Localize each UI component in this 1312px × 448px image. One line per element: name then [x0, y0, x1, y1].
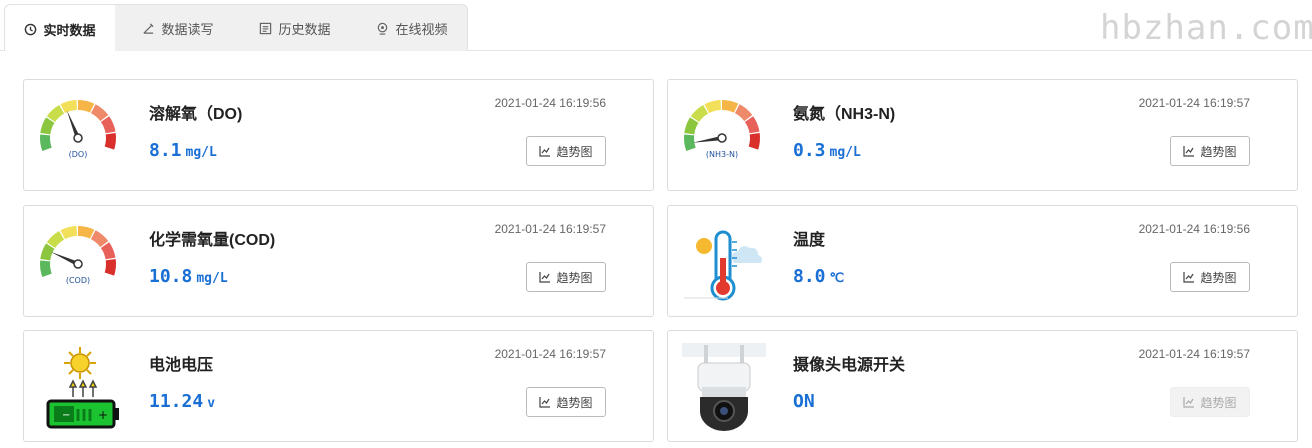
tab-online-video[interactable]: 在线视频 [357, 5, 467, 52]
gauge-hub [73, 133, 83, 143]
sensor-value: 11.24 v [149, 391, 216, 412]
line-chart-icon [539, 397, 551, 408]
tab-label: 在线视频 [395, 22, 448, 37]
sensor-name: 摄像头电源开关 [793, 357, 906, 374]
gauge-label: (NH3-N) [706, 150, 738, 159]
gauge-segment [684, 134, 696, 151]
timestamp: 2021-01-24 16:19:56 [1138, 222, 1250, 236]
sensor-name: 氨氮（NH3-N) [793, 106, 896, 123]
gauge-segment [734, 104, 753, 122]
sensor-value: 10.8 mg/L [149, 266, 228, 287]
clock-icon [25, 23, 37, 35]
sensor-name: 化学需氧量(COD) [149, 232, 276, 249]
gauge-hub [717, 133, 727, 143]
gauge-segment [78, 226, 95, 239]
sensor-value: 8.1 mg/L [149, 140, 217, 161]
trend-button[interactable]: 趋势图 [1170, 136, 1250, 166]
trend-button[interactable]: 趋势图 [526, 262, 606, 292]
sensor-value: 0.3 mg/L [793, 140, 861, 161]
thermometer-icon [682, 218, 766, 306]
gauge-segment [748, 133, 760, 150]
sensor-card-cod: (COD) 化学需氧量(COD) 10.8 mg/L 2021-01-24 16:… [23, 205, 654, 317]
gauge-segment [690, 104, 709, 122]
gauge-label: (DO) [69, 150, 88, 159]
timestamp: 2021-01-24 16:19:56 [494, 96, 606, 110]
gauge-icon: (COD) [38, 218, 122, 306]
sensor-value: 8.0 ℃ [793, 266, 845, 287]
trend-button[interactable]: 趋势图 [526, 136, 606, 166]
line-chart-icon [1183, 146, 1195, 157]
gauge-segment [60, 100, 77, 114]
tab-group: 实时数据 数据读写 历史数据 在线视频 [4, 4, 468, 53]
line-chart-icon [1183, 272, 1195, 283]
tab-data-read-write[interactable]: 数据读写 [123, 5, 233, 52]
tab-label: 实时数据 [43, 22, 96, 38]
sensor-card-battery: − + 电池电压 11.24 v 2021-01-24 16:19:57 趋势图 [23, 330, 654, 442]
tab-realtime[interactable]: 实时数据 [5, 5, 115, 53]
sensor-card-do: (DO) 溶解氧（DO) 8.1 mg/L 2021-01-24 16:19:56… [23, 79, 654, 191]
gauge-segment [46, 104, 65, 122]
timestamp: 2021-01-24 16:19:57 [1138, 347, 1250, 361]
trend-button[interactable]: 趋势图 [1170, 262, 1250, 292]
trend-button[interactable]: 趋势图 [526, 387, 606, 417]
gauge-segment [90, 104, 109, 122]
sensor-value: ON [793, 391, 815, 412]
tab-label: 数据读写 [161, 22, 214, 37]
timestamp: 2021-01-24 16:19:57 [494, 347, 606, 361]
svg-text:−: − [62, 410, 70, 421]
svg-text:+: + [98, 408, 108, 422]
sensor-name: 温度 [793, 232, 826, 249]
sensor-card-temperature: 温度 8.0 ℃ 2021-01-24 16:19:56 趋势图 [667, 205, 1298, 317]
pen-icon [143, 23, 155, 34]
gauge-segment [104, 133, 116, 150]
gauge-icon: (DO) [38, 92, 122, 180]
timestamp: 2021-01-24 16:19:57 [1138, 96, 1250, 110]
gauge-segment [39, 260, 52, 277]
solar-battery-icon: − + [38, 343, 122, 431]
gauge-segment [60, 226, 77, 240]
line-chart-icon [1183, 397, 1195, 408]
trend-button-disabled[interactable]: 趋势图 [1170, 387, 1250, 417]
sensor-card-camera-power: 摄像头电源开关 ON 2021-01-24 16:19:57 趋势图 [667, 330, 1298, 442]
gauge-hub [73, 259, 83, 269]
list-icon [260, 22, 272, 35]
timestamp: 2021-01-24 16:19:57 [494, 222, 606, 236]
watermark: hbzhan.com [1100, 8, 1312, 48]
gauge-segment [39, 134, 52, 151]
sensor-name: 电池电压 [149, 357, 214, 374]
gauge-icon: (NH3-N) [682, 92, 766, 180]
line-chart-icon [539, 272, 551, 283]
sensor-card-nh3n: (NH3-N) 氨氮（NH3-N) 0.3 mg/L 2021-01-24 16:… [667, 79, 1298, 191]
gauge-segment [704, 100, 721, 114]
gauge-segment [78, 100, 95, 113]
gauge-segment [104, 259, 116, 276]
tab-history[interactable]: 历史数据 [240, 5, 350, 52]
gauge-label: (COD) [66, 276, 90, 285]
sensor-name: 溶解氧（DO) [149, 106, 243, 123]
camera-device-icon [682, 343, 766, 431]
camera-icon [378, 22, 388, 35]
line-chart-icon [539, 146, 551, 157]
gauge-segment [722, 100, 739, 113]
gauge-segment [46, 230, 65, 248]
tab-label: 历史数据 [278, 22, 331, 37]
gauge-segment [90, 230, 109, 248]
